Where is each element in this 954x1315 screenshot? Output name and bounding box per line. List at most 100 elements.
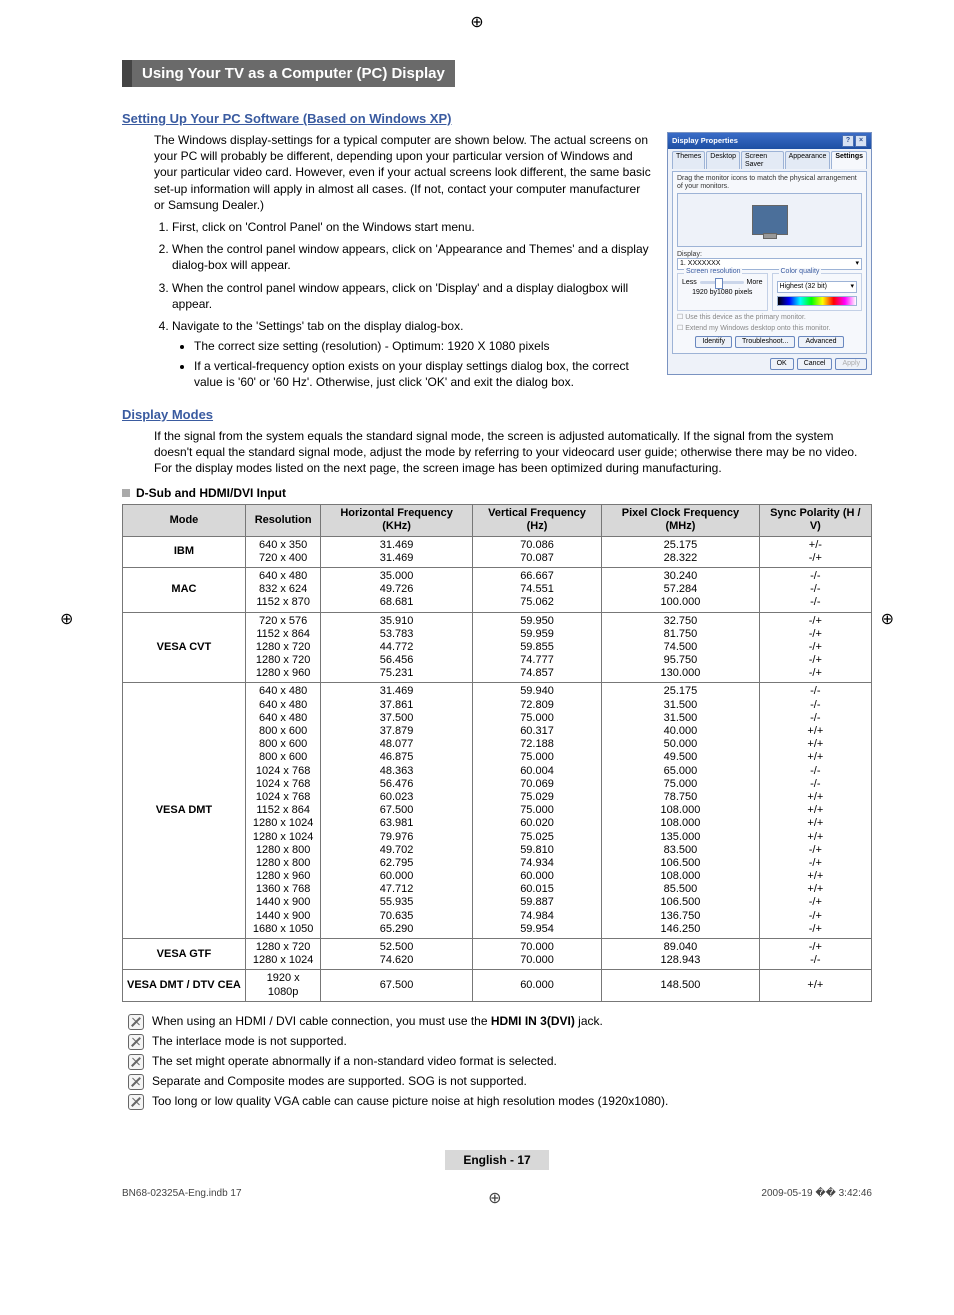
chevron-down-icon: ▾ <box>855 260 859 268</box>
th-sync: Sync Polarity (H / V) <box>759 505 871 536</box>
square-bullet-icon <box>122 489 130 497</box>
table-row: VESA CVT720 x 576 1152 x 864 1280 x 720 … <box>123 612 872 683</box>
data-cell: -/+ -/+ -/+ -/+ -/+ <box>759 612 871 683</box>
note-icon <box>128 1014 144 1030</box>
data-cell: 31.469 31.469 <box>321 536 472 567</box>
data-cell: 25.175 31.500 31.500 40.000 50.000 49.50… <box>602 683 760 939</box>
note-icon <box>128 1094 144 1110</box>
th-resolution: Resolution <box>245 505 320 536</box>
registration-mark-left: ⊕ <box>60 609 73 629</box>
note-text: The set might operate abnormally if a no… <box>152 1054 557 1068</box>
registration-mark-right: ⊕ <box>881 609 894 629</box>
tab-settings[interactable]: Settings <box>831 151 867 169</box>
troubleshoot-button[interactable]: Troubleshoot... <box>735 336 795 348</box>
data-cell: 31.469 37.861 37.500 37.879 48.077 46.87… <box>321 683 472 939</box>
data-cell: 59.950 59.959 59.855 74.777 74.857 <box>472 612 601 683</box>
tab-themes[interactable]: Themes <box>672 151 705 169</box>
note-text: Too long or low quality VGA cable can ca… <box>152 1094 668 1108</box>
data-cell: 70.086 70.087 <box>472 536 601 567</box>
slider-less-label: Less <box>682 279 697 287</box>
section-title: Using Your TV as a Computer (PC) Display <box>122 60 455 87</box>
monitor-preview[interactable] <box>677 193 862 247</box>
setup-steps: First, click on 'Control Panel' on the W… <box>154 219 653 391</box>
note-line: Too long or low quality VGA cable can ca… <box>128 1094 872 1110</box>
setup-step-1: First, click on 'Control Panel' on the W… <box>172 219 653 235</box>
th-hfreq: Horizontal Frequency (KHz) <box>321 505 472 536</box>
setup-step-4: Navigate to the 'Settings' tab on the di… <box>172 318 653 391</box>
page: ⊕ ⊕ ⊕ Using Your TV as a Computer (PC) D… <box>42 0 912 1238</box>
slider-more-label: More <box>747 279 763 287</box>
mode-cell: VESA CVT <box>123 612 246 683</box>
tab-screensaver[interactable]: Screen Saver <box>741 151 784 169</box>
footer-left: BN68-02325A-Eng.indb 17 <box>122 1188 242 1208</box>
resolution-slider[interactable] <box>700 281 744 284</box>
data-cell: 640 x 480 832 x 624 1152 x 870 <box>245 567 320 612</box>
cancel-button[interactable]: Cancel <box>797 358 833 370</box>
registration-mark-bottom: ⊕ <box>488 1188 501 1208</box>
mode-cell: VESA DMT / DTV CEA <box>123 970 246 1001</box>
tab-appearance[interactable]: Appearance <box>785 151 831 169</box>
table-row: IBM640 x 350 720 x 40031.469 31.46970.08… <box>123 536 872 567</box>
th-pclock: Pixel Clock Frequency (MHz) <box>602 505 760 536</box>
note-icon <box>128 1054 144 1070</box>
table-row: VESA DMT640 x 480 640 x 480 640 x 480 80… <box>123 683 872 939</box>
extend-desktop-checkbox[interactable]: ☐ Extend my Windows desktop onto this mo… <box>677 325 862 333</box>
note-line: When using an HDMI / DVI cable connectio… <box>128 1014 872 1030</box>
note-line: Separate and Composite modes are support… <box>128 1074 872 1090</box>
data-cell: -/- -/- -/- +/+ +/+ +/+ -/- -/- +/+ +/+ … <box>759 683 871 939</box>
data-cell: -/+ -/- <box>759 939 871 970</box>
monitor-icon[interactable] <box>752 205 788 235</box>
data-cell: 148.500 <box>602 970 760 1001</box>
data-cell: 70.000 70.000 <box>472 939 601 970</box>
display-properties-dialog: Display Properties ?× Themes Desktop Scr… <box>667 132 872 375</box>
note-text: Separate and Composite modes are support… <box>152 1074 527 1088</box>
mode-cell: IBM <box>123 536 246 567</box>
dialog-tabs: Themes Desktop Screen Saver Appearance S… <box>672 151 867 169</box>
setup-step-2: When the control panel window appears, c… <box>172 241 653 273</box>
registration-mark-top: ⊕ <box>470 12 483 32</box>
data-cell: 720 x 576 1152 x 864 1280 x 720 1280 x 7… <box>245 612 320 683</box>
note-text: The interlace mode is not supported. <box>152 1034 347 1048</box>
window-buttons: ?× <box>841 135 867 147</box>
display-modes-intro: If the signal from the system equals the… <box>154 428 872 477</box>
note-text: When using an HDMI / DVI cable connectio… <box>152 1014 603 1028</box>
mode-cell: VESA GTF <box>123 939 246 970</box>
primary-monitor-checkbox[interactable]: ☐ Use this device as the primary monitor… <box>677 314 862 322</box>
table-row: VESA GTF1280 x 720 1280 x 102452.500 74.… <box>123 939 872 970</box>
note-line: The interlace mode is not supported. <box>128 1034 872 1050</box>
tab-desktop[interactable]: Desktop <box>706 151 740 169</box>
advanced-button[interactable]: Advanced <box>798 336 843 348</box>
data-cell: 30.240 57.284 100.000 <box>602 567 760 612</box>
ok-button[interactable]: OK <box>770 358 794 370</box>
setup-sub-bullet-2: If a vertical-frequency option exists on… <box>194 358 653 390</box>
data-cell: 66.667 74.551 75.062 <box>472 567 601 612</box>
setup-intro: The Windows display-settings for a typic… <box>154 132 653 213</box>
close-icon[interactable]: × <box>855 135 867 147</box>
footer-right: 2009-05-19 �� 3:42:46 <box>761 1188 872 1208</box>
data-cell: 60.000 <box>472 970 601 1001</box>
data-cell: 1280 x 720 1280 x 1024 <box>245 939 320 970</box>
color-quality-combo[interactable]: Highest (32 bit)▾ <box>777 281 858 293</box>
data-cell: 32.750 81.750 74.500 95.750 130.000 <box>602 612 760 683</box>
help-icon[interactable]: ? <box>842 135 854 147</box>
data-cell: 35.000 49.726 68.681 <box>321 567 472 612</box>
data-cell: 52.500 74.620 <box>321 939 472 970</box>
data-cell: 25.175 28.322 <box>602 536 760 567</box>
page-number-label: English - 17 <box>122 1150 872 1170</box>
data-cell: 640 x 350 720 x 400 <box>245 536 320 567</box>
color-quality-legend: Color quality <box>779 268 822 276</box>
data-cell: 59.940 72.809 75.000 60.317 72.188 75.00… <box>472 683 601 939</box>
setup-heading: Setting Up Your PC Software (Based on Wi… <box>122 111 872 126</box>
table-row: VESA DMT / DTV CEA1920 x 1080p67.50060.0… <box>123 970 872 1001</box>
setup-text-column: The Windows display-settings for a typic… <box>154 132 653 397</box>
dialog-titlebar: Display Properties ?× <box>668 133 871 149</box>
resolution-value: 1920 by1080 pixels <box>682 289 763 297</box>
dialog-title-text: Display Properties <box>672 137 738 145</box>
setup-step-3: When the control panel window appears, c… <box>172 280 653 312</box>
display-modes-heading: Display Modes <box>122 407 872 422</box>
display-modes-table: Mode Resolution Horizontal Frequency (KH… <box>122 504 872 1002</box>
table-label: D-Sub and HDMI/DVI Input <box>122 486 872 500</box>
identify-button[interactable]: Identify <box>695 336 732 348</box>
apply-button[interactable]: Apply <box>835 358 867 370</box>
notes-block: When using an HDMI / DVI cable connectio… <box>128 1014 872 1110</box>
